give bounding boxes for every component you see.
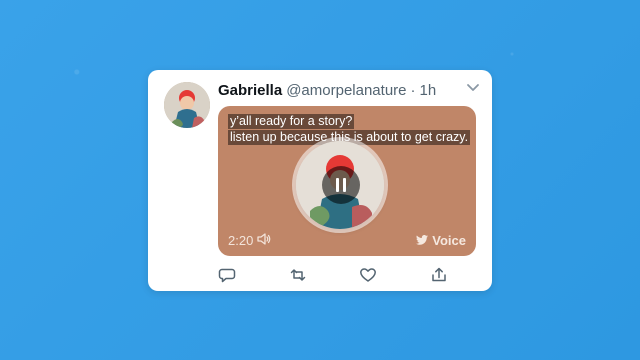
voice-label: Voice xyxy=(432,233,466,248)
share-icon[interactable] xyxy=(430,266,448,284)
heart-icon[interactable] xyxy=(359,266,377,284)
voice-duration: 2:20 xyxy=(228,233,254,248)
retweet-icon[interactable] xyxy=(289,266,307,284)
voice-tweet-card[interactable]: y’all ready for a story? listen up becau… xyxy=(218,106,476,256)
chevron-down-icon[interactable] xyxy=(466,80,480,94)
display-name[interactable]: Gabriella xyxy=(218,82,282,100)
tweet-header: Gabriella @amorpelanature · 1h xyxy=(218,82,478,100)
reply-icon[interactable] xyxy=(218,266,236,284)
avatar[interactable] xyxy=(164,82,210,128)
voice-duration-group: 2:20 xyxy=(228,233,271,248)
caption-line-1: y’all ready for a story? xyxy=(228,114,355,129)
timestamp[interactable]: 1h xyxy=(420,82,437,100)
tweet-actions xyxy=(218,266,448,284)
voice-brand: Voice xyxy=(416,233,466,248)
separator: · xyxy=(410,82,416,99)
volume-icon[interactable] xyxy=(257,233,271,248)
tweet-card: Gabriella @amorpelanature · 1h y’all rea… xyxy=(148,70,492,291)
pause-icon xyxy=(336,178,346,192)
pause-button[interactable] xyxy=(322,166,360,204)
avatar-image xyxy=(164,82,210,128)
twitter-bird-icon xyxy=(416,233,429,248)
voice-footer: 2:20 Voice xyxy=(228,233,466,248)
user-handle[interactable]: @amorpelanature xyxy=(286,82,406,100)
